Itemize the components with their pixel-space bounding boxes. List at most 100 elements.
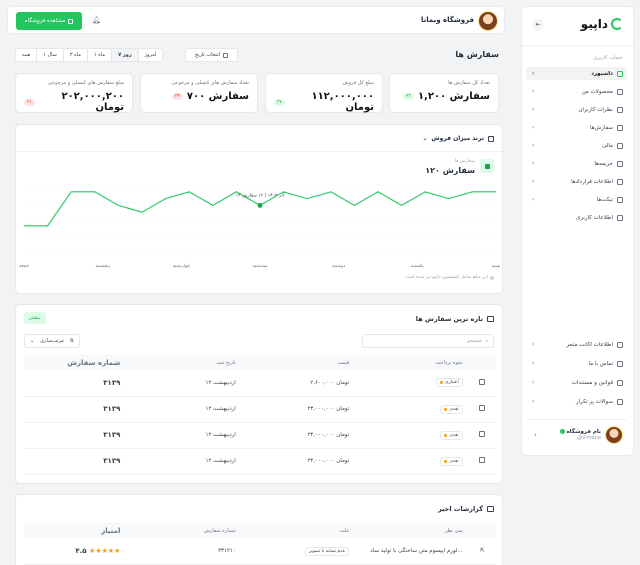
edit-icon[interactable]	[479, 457, 486, 463]
sidebar-item-label: مالی	[602, 142, 613, 149]
sidebar-bottom-item[interactable]: سوالات پر تکرار ‹	[526, 395, 627, 408]
payment-method: نقدی	[449, 406, 459, 412]
period-option[interactable]: همه	[16, 49, 36, 61]
sidebar-item-label: داشبورد	[591, 70, 613, 77]
sidebar-item[interactable]: مالی ‹	[526, 139, 627, 152]
bell-icon[interactable]: 🔔︎	[92, 16, 101, 24]
search-input[interactable]: ⌕ جستجو	[362, 334, 494, 348]
menu-icon	[617, 398, 623, 405]
stat-value: ۲۰۲,۰۰۰,۲۰۰ تومان	[61, 91, 124, 113]
logo-mark-icon	[611, 18, 623, 30]
payment-tag: نقدی	[440, 404, 463, 414]
date-picker-button[interactable]: انتخاب تاریخ	[185, 48, 238, 62]
action-cell	[468, 448, 496, 475]
period-option[interactable]: ۷ روز	[111, 49, 138, 61]
column-header[interactable]: تاریخ ثبت	[128, 355, 242, 370]
edit-icon[interactable]	[479, 431, 486, 437]
topbar: فروشگاه ویمانا مشاهده فروشگاه 🔔︎	[7, 6, 505, 34]
action-cell: ⇱	[468, 538, 496, 565]
x-tick-label: شنبه	[492, 264, 501, 269]
logo[interactable]: داپیو	[581, 17, 623, 31]
sidebar-bottom-item[interactable]: اطلاعات اکانت متجر ‹	[526, 338, 627, 351]
menu-icon	[617, 106, 623, 113]
stat-card: مبلغ سفارش های کنسلی و مرجوعی ۲۰۲,۰۰۰,۲۰۰…	[15, 73, 133, 113]
shop-avatar[interactable]	[478, 11, 498, 31]
view-shop-button[interactable]: مشاهده فروشگاه	[16, 12, 82, 30]
collapse-icon[interactable]: ⇤	[532, 19, 544, 31]
reports-title: گزارشات اخیر	[437, 505, 483, 513]
sort-dropdown[interactable]: ⌄ مرتب‌سازی ⇅	[24, 334, 80, 348]
sidebar-item[interactable]: تیکت‌ها ‹	[526, 193, 627, 206]
action-cell	[468, 422, 496, 449]
sort-label: مرتب‌سازی	[40, 338, 64, 344]
pin-icon[interactable]: ⇱	[480, 548, 485, 554]
order-price: ۲۳,۰۰۰,۰۰۰ تومان	[241, 422, 356, 449]
sidebar-item[interactable]: محصولات من ‹	[526, 85, 627, 98]
sidebar-item[interactable]: جریمه‌ها ‹	[526, 157, 627, 170]
sidebar-item[interactable]: اطلاعات قراردادها ‹	[526, 175, 627, 188]
table-row[interactable]: ۳۱۳۹ ۱۲ اردیبهشت ۲,۶۰۰,۰۰۰ تومان اعتباری	[24, 370, 496, 397]
sidebar-item-label: اطلاعات قراردادها	[571, 178, 613, 185]
menu-icon	[617, 142, 623, 149]
edit-icon[interactable]	[479, 378, 486, 385]
chevron-left-icon: ‹	[532, 178, 535, 185]
sidebar-item[interactable]: داشبورد ‹	[526, 67, 627, 80]
period-option[interactable]: ۱ ماه	[86, 49, 111, 61]
star-rating-icon: ★★★★★	[86, 546, 121, 555]
divider	[522, 45, 633, 46]
column-header: شماره سفارش	[128, 523, 242, 538]
table-row[interactable]: ۳۱۳۹ ۱۲ اردیبهشت ۲۳,۰۰۰,۰۰۰ تومان نقدی	[24, 448, 496, 475]
stat-row: ۲۰۲,۰۰۰,۲۰۰ تومان ۳۱	[24, 91, 124, 113]
order-id: ۳۱۳۹	[24, 370, 129, 397]
period-option[interactable]: ۱ سال	[36, 49, 63, 61]
sidebar-item-label: جریمه‌ها	[594, 160, 613, 167]
sales-line-chart: ۱۴ آذر ۱۴۰۲ | ۱۲ سفارش جمعه پنجشنبه چهارشنب…	[19, 184, 501, 269]
table-row[interactable]: ۳۱۳۹ ۱۲ اردیبهشت ۲۳,۰۰۰,۰۰۰ تومان نقدی	[24, 396, 496, 423]
chevron-down-icon: ⌄	[30, 338, 35, 344]
stat-value: ۱,۲۰۰ سفارش	[417, 91, 490, 102]
payment-cell: نقدی	[355, 448, 469, 475]
sidebar-item-label: قوانین و مستندات	[571, 379, 613, 386]
edit-icon[interactable]	[479, 405, 486, 411]
stat-value: ۷۰۰ سفارش	[186, 91, 249, 102]
sort-icon: ⇅	[69, 338, 74, 344]
search-placeholder: جستجو	[467, 338, 483, 344]
table-row[interactable]: ۴.۵ ★★★★★ ۳۳۱۲۱۰ عدم تشابه با تصویر لورم ای…	[24, 538, 496, 565]
status-dot-icon	[440, 381, 444, 385]
sidebar-bottom-item[interactable]: تماس با ما ‹	[526, 357, 627, 370]
calendar-icon	[223, 52, 229, 58]
period-option[interactable]: امروز	[137, 49, 163, 61]
column-header	[468, 523, 496, 538]
chevron-left-icon: ‹	[532, 398, 535, 405]
user-name-row: نام فروشگاه	[559, 429, 601, 435]
sidebar-item-label: تماس با ما	[588, 360, 613, 367]
menu-icon	[617, 360, 623, 367]
sidebar-item-label: محصولات من	[581, 88, 613, 95]
sidebar-bottom-item[interactable]: قوانین و مستندات ‹	[526, 376, 627, 389]
verified-icon	[559, 429, 565, 434]
avatar	[605, 425, 623, 444]
column-header: قیمت	[241, 355, 356, 370]
column-header[interactable]: شماره سفارش	[24, 355, 129, 370]
chevron-left-icon: ‹	[532, 196, 535, 203]
sidebar-item-label: نظرات کاربران	[578, 106, 613, 113]
table-row[interactable]: ۳۱۳۹ ۱۲ اردیبهشت ۲۳,۰۰۰,۰۰۰ تومان نقدی	[24, 422, 496, 449]
sidebar-item[interactable]: سفارش‌ها ‹	[526, 121, 627, 134]
change-badge: ۳۱	[24, 98, 35, 106]
user-profile[interactable]: نام فروشگاه @Vimana ‹	[526, 419, 627, 449]
x-tick-label: یکشنبه	[411, 263, 425, 269]
order-date: ۱۲ اردیبهشت	[128, 396, 242, 423]
inbox-icon	[487, 316, 494, 322]
payment-tag: اعتباری	[436, 378, 463, 388]
period-option[interactable]: ۳ ماه	[62, 49, 87, 61]
search-icon: ⌕	[485, 338, 488, 344]
column-header: امتیاز	[24, 523, 129, 538]
chart-note-text: این مبلغ شامل کمیسیون داپیو نیز شده است	[405, 275, 488, 280]
chevron-left-icon: ‹	[532, 341, 535, 348]
sidebar-item[interactable]: نظرات کاربران ‹	[526, 103, 627, 116]
sidebar-item[interactable]: اطلاعات کاربری	[526, 211, 627, 224]
more-button[interactable]: بیشتر	[24, 312, 46, 324]
x-tick-label: پنجشنبه	[95, 264, 110, 269]
x-tick-label: چهارشنبه	[173, 264, 191, 269]
menu-icon	[617, 379, 623, 386]
